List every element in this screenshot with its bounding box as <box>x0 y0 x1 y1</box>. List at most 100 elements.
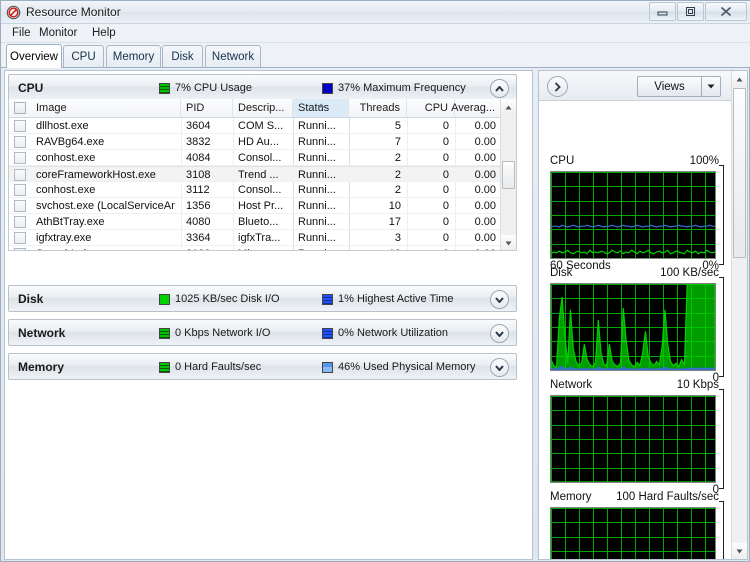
row-checkbox[interactable] <box>14 152 26 164</box>
disk-active-time-stat: 1% Highest Active Time <box>322 293 454 305</box>
select-all-checkbox[interactable] <box>14 102 26 114</box>
cell-status: Runni... <box>298 216 336 228</box>
restore-button[interactable] <box>677 2 704 21</box>
table-row[interactable]: coreFrameworkHost.exe 3108 Trend ... Runni.… <box>9 166 502 182</box>
section-header-disk[interactable]: Disk 1025 KB/sec Disk I/O 1% Highest Act… <box>8 285 517 312</box>
scroll-down-icon[interactable] <box>501 235 516 250</box>
table-row[interactable]: igfxtray.exe 3364 igfxTra... Runni... 3 0 0.00 <box>9 230 502 246</box>
cpu-usage-swatch <box>159 82 170 94</box>
graph-panel-scrollbar[interactable] <box>731 71 747 559</box>
cell-cpu: 0 <box>442 169 449 181</box>
cpu-graph-series <box>551 224 715 255</box>
tab-disk[interactable]: Disk <box>162 45 203 67</box>
cell-description: Consol... <box>238 152 282 164</box>
cell-image: svchost.exe (LocalServiceAn... <box>36 200 175 212</box>
row-checkbox[interactable] <box>14 120 26 132</box>
cell-threads: 5 <box>394 120 401 132</box>
cell-average: 0.00 <box>474 169 496 181</box>
cell-threads: 2 <box>394 169 401 181</box>
row-checkbox[interactable] <box>14 184 26 196</box>
column-header-average[interactable]: Averag... <box>451 99 502 117</box>
cell-status: Runni... <box>298 136 336 148</box>
scroll-up-icon[interactable] <box>501 99 516 115</box>
cell-threads: 2 <box>394 184 401 196</box>
table-row[interactable]: dllhost.exe 3604 COM S... Runni... 5 0 0.00 <box>9 118 502 134</box>
memory-hard-faults-label: 0 Hard Faults/sec <box>175 361 262 373</box>
section-title-cpu: CPU <box>18 81 44 95</box>
menu-item-file[interactable]: File <box>9 27 34 39</box>
disk-io-label: 1025 KB/sec Disk I/O <box>175 293 280 305</box>
column-header-description[interactable]: Descrip... <box>233 99 293 117</box>
cell-pid: 3832 <box>186 136 211 148</box>
cpu-usage-label: 7% CPU Usage <box>175 82 253 94</box>
network-io-label: 0 Kbps Network I/O <box>175 327 271 339</box>
grid-line <box>551 482 715 483</box>
process-table: Image PID Descrip... Status Threads CPU … <box>8 99 517 251</box>
chevron-up-icon[interactable] <box>490 79 509 98</box>
column-header-image[interactable]: Image <box>31 99 181 117</box>
tab-underline <box>1 67 750 68</box>
scroll-up-icon[interactable] <box>732 71 747 87</box>
cell-pid: 2180 <box>181 246 227 250</box>
cell-description: COM S... <box>238 120 284 132</box>
memory-graph-range-bracket <box>719 501 724 559</box>
section-header-cpu[interactable]: CPU 7% CPU Usage 37% Maximum Frequency <box>8 74 517 101</box>
column-header-cpu[interactable]: CPU <box>407 99 455 117</box>
row-checkbox[interactable] <box>14 248 26 250</box>
memory-used-swatch <box>322 361 333 373</box>
menu-item-help[interactable]: Help <box>89 27 119 39</box>
chevron-right-icon[interactable] <box>547 76 568 97</box>
table-row[interactable]: SearchIndexer.exe 2180 Micros... Runni... 13… <box>9 246 502 250</box>
scroll-down-icon[interactable] <box>732 543 747 559</box>
network-utilization-swatch <box>322 327 333 339</box>
menu-item-monitor[interactable]: Monitor <box>36 27 80 39</box>
cell-image: conhost.exe <box>36 152 96 164</box>
table-row[interactable]: conhost.exe 4084 Consol... Runni... 2 0 0.00 <box>9 150 502 166</box>
section-title-network: Network <box>18 326 66 340</box>
column-header-status[interactable]: Status <box>293 99 349 117</box>
scrollbar-thumb[interactable] <box>502 161 515 189</box>
row-checkbox[interactable] <box>14 216 26 228</box>
process-table-header: Image PID Descrip... Status Threads CPU … <box>9 99 502 118</box>
minimize-button[interactable] <box>649 2 676 21</box>
row-checkbox[interactable] <box>14 232 26 244</box>
row-checkbox[interactable] <box>14 136 26 148</box>
disk-graph-series <box>551 284 715 370</box>
column-header-pid[interactable]: PID <box>181 99 233 117</box>
table-row[interactable]: svchost.exe (LocalServiceAn... 1356 Host P… <box>9 198 502 214</box>
views-button[interactable]: Views <box>637 76 721 97</box>
section-header-memory[interactable]: Memory 0 Hard Faults/sec 46% Used Physic… <box>8 353 517 380</box>
process-list-scrollbar[interactable] <box>500 99 516 250</box>
cpu-frequency-label: 37% Maximum Frequency <box>338 82 466 94</box>
resource-monitor-window: Resource Monitor File Monitor Help Overv… <box>0 0 750 562</box>
cell-pid: 3112 <box>186 184 210 196</box>
cell-image: RAVBg64.exe <box>36 136 105 148</box>
tab-memory[interactable]: Memory <box>106 45 161 67</box>
chevron-down-icon[interactable] <box>701 77 720 96</box>
cell-cpu: 0 <box>442 136 449 148</box>
cell-threads: 3 <box>394 232 401 244</box>
section-header-network[interactable]: Network 0 Kbps Network I/O 0% Network Ut… <box>8 319 517 346</box>
chevron-down-icon[interactable] <box>490 290 509 309</box>
chevron-down-icon[interactable] <box>490 324 509 343</box>
cell-description: Host Pr... <box>238 200 284 212</box>
cell-status: Runni... <box>298 152 336 164</box>
row-checkbox[interactable] <box>14 200 26 212</box>
memory-used-label: 46% Used Physical Memory <box>338 361 476 373</box>
chevron-down-icon[interactable] <box>490 358 509 377</box>
table-row[interactable]: conhost.exe 3112 Consol... Runni... 2 0 0.00 <box>9 182 502 198</box>
memory-graph-series <box>551 508 715 560</box>
table-row[interactable]: RAVBg64.exe 3832 HD Au... Runni... 7 0 0.00 <box>9 134 502 150</box>
table-row[interactable]: AthBtTray.exe 4080 Blueto... Runni... 17 0 0.0… <box>9 214 502 230</box>
window-controls <box>649 2 747 21</box>
scrollbar-thumb[interactable] <box>733 88 746 258</box>
views-button-label: Views <box>654 80 685 93</box>
tab-overview[interactable]: Overview <box>6 44 62 68</box>
tab-network[interactable]: Network <box>205 45 261 67</box>
cell-average: 0.00 <box>474 152 496 164</box>
cell-status: Runni... <box>298 184 336 196</box>
close-button[interactable] <box>705 2 747 21</box>
row-checkbox[interactable] <box>14 169 26 181</box>
column-header-threads[interactable]: Threads <box>349 99 407 117</box>
tab-cpu[interactable]: CPU <box>63 45 104 67</box>
